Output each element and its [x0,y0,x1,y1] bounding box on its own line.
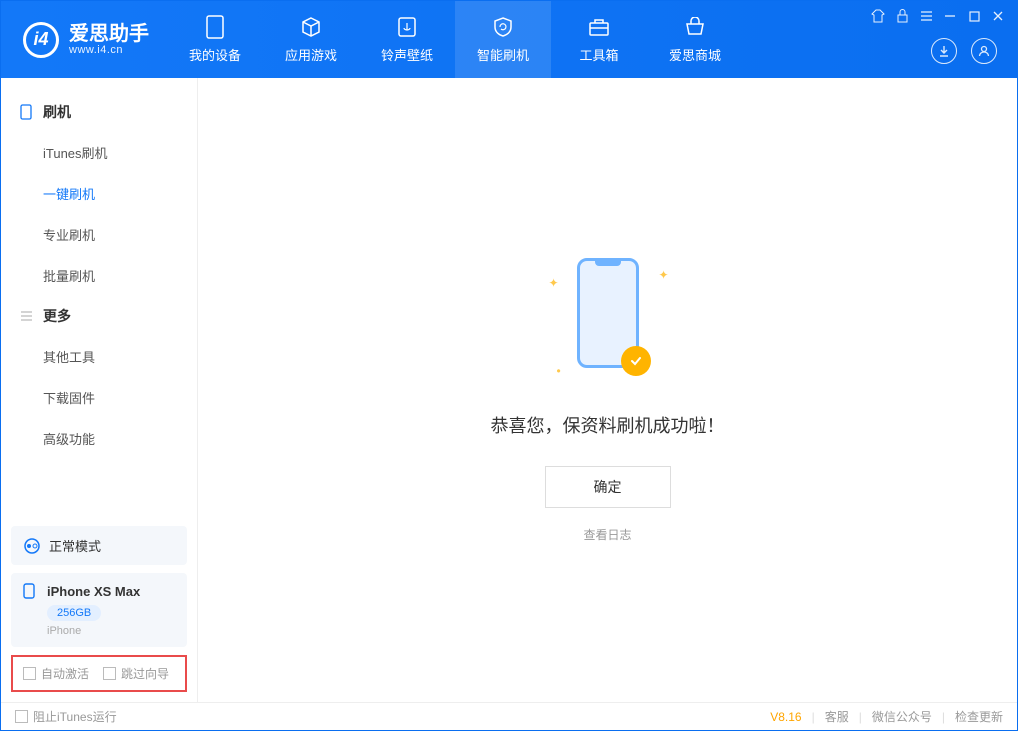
cube-icon [299,15,323,39]
main-content: ✦ ✦ • 恭喜您，保资料刷机成功啦！ 确定 查看日志 [198,78,1017,702]
device-small-icon [19,105,33,119]
brand-url: www.i4.cn [69,44,149,56]
nav-tab-device[interactable]: 我的设备 [167,1,263,78]
support-link[interactable]: 客服 [825,708,849,725]
device-icon [23,583,39,599]
sidebar-item-advanced[interactable]: 高级功能 [1,418,197,459]
nav-tab-apps[interactable]: 应用游戏 [263,1,359,78]
ok-button[interactable]: 确定 [545,466,671,508]
view-log-link[interactable]: 查看日志 [583,526,631,543]
logo-icon: i4 [23,22,59,58]
nav-tab-toolbox[interactable]: 工具箱 [551,1,647,78]
sidebar: 刷机 iTunes刷机 一键刷机 专业刷机 批量刷机 更多 其他工具 下载固件 … [1,78,198,702]
app-header: i4 爱思助手 www.i4.cn 我的设备 应用游戏 铃声壁纸 智能刷机 工具… [1,1,1017,78]
minimize-icon[interactable] [943,9,957,23]
shirt-icon[interactable] [871,9,885,23]
mode-icon [23,537,41,555]
maximize-icon[interactable] [967,9,981,23]
sidebar-section-more: 更多 [1,296,197,336]
status-bar: 阻止iTunes运行 V8.16 | 客服 | 微信公众号 | 检查更新 [1,702,1017,730]
menu-icon[interactable] [919,9,933,23]
sidebar-item-itunes-flash[interactable]: iTunes刷机 [1,132,197,173]
device-card[interactable]: iPhone XS Max 256GB iPhone [11,573,187,647]
mode-card[interactable]: 正常模式 [11,526,187,565]
user-icon[interactable] [971,38,997,64]
store-icon [683,15,707,39]
storage-badge: 256GB [47,605,101,621]
nav-tab-store[interactable]: 爱思商城 [647,1,743,78]
mode-label: 正常模式 [49,536,101,555]
device-type: iPhone [47,625,175,637]
music-icon [395,15,419,39]
sidebar-item-other-tools[interactable]: 其他工具 [1,336,197,377]
logo-area: i4 爱思助手 www.i4.cn [1,22,167,58]
success-illustration: ✦ ✦ • [563,258,653,388]
toolbox-icon [587,15,611,39]
sidebar-item-pro-flash[interactable]: 专业刷机 [1,214,197,255]
device-name-text: iPhone XS Max [47,584,140,599]
nav-tabs: 我的设备 应用游戏 铃声壁纸 智能刷机 工具箱 爱思商城 [167,1,743,78]
close-icon[interactable] [991,9,1005,23]
highlighted-options: 自动激活 跳过向导 [11,655,187,692]
nav-tab-flash[interactable]: 智能刷机 [455,1,551,78]
check-update-link[interactable]: 检查更新 [955,708,1003,725]
sidebar-item-batch-flash[interactable]: 批量刷机 [1,255,197,296]
sidebar-section-flash: 刷机 [1,92,197,132]
window-controls [871,9,1005,23]
lock-icon[interactable] [895,9,909,23]
wechat-link[interactable]: 微信公众号 [872,708,932,725]
checkbox-block-itunes[interactable]: 阻止iTunes运行 [15,708,117,725]
sidebar-item-download-firmware[interactable]: 下载固件 [1,377,197,418]
phone-icon [203,15,227,39]
sidebar-item-oneclick-flash[interactable]: 一键刷机 [1,173,197,214]
download-icon[interactable] [931,38,957,64]
nav-tab-ringtone[interactable]: 铃声壁纸 [359,1,455,78]
success-message: 恭喜您，保资料刷机成功啦！ [491,412,725,438]
version-label: V8.16 [770,710,801,724]
shield-refresh-icon [491,15,515,39]
checkbox-skip-guide[interactable]: 跳过向导 [103,665,169,682]
checkbox-auto-activate[interactable]: 自动激活 [23,665,89,682]
checkmark-badge-icon [621,346,651,376]
list-icon [19,309,33,323]
brand-name: 爱思助手 [69,24,149,44]
header-action-icons [931,38,997,64]
